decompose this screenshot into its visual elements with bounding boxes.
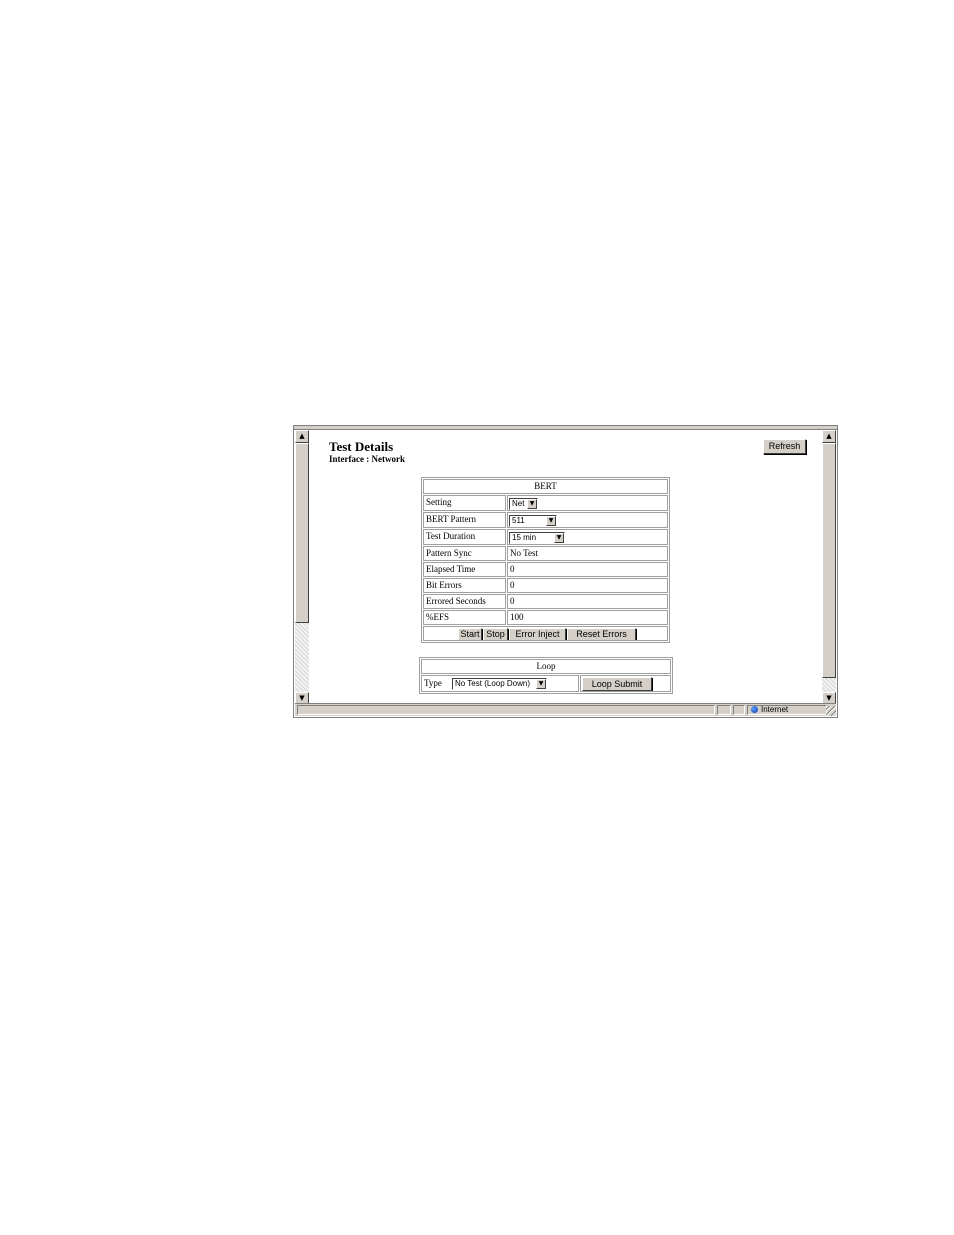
status-message-pane [297, 705, 715, 715]
left-scrollbar-thumb[interactable] [295, 443, 309, 623]
bert-table: BERT Setting Net ▼ BERT Pattern 511 ▼ Te… [421, 477, 670, 643]
setting-label: Setting [423, 495, 506, 511]
pattern-sync-value: No Test [507, 546, 668, 561]
stop-button[interactable]: Stop [483, 628, 508, 640]
page-title: Test Details [329, 439, 394, 454]
setting-cell: Net ▼ [507, 495, 668, 511]
bert-pattern-select[interactable]: 511 ▼ [509, 515, 557, 527]
status-zone-label: Internet [761, 705, 789, 714]
status-progress-pane [717, 705, 731, 715]
chevron-down-icon[interactable]: ▼ [546, 516, 556, 526]
status-zone-pane: Internet [747, 705, 827, 715]
bit-errors-label: Bit Errors [423, 578, 506, 593]
loop-submit-button[interactable]: Loop Submit [582, 677, 652, 691]
bert-pattern-cell: 511 ▼ [507, 512, 668, 528]
loop-table-header: Loop [421, 659, 671, 674]
elapsed-time-label: Elapsed Time [423, 562, 506, 577]
loop-table: Loop Type No Test (Loop Down) ▼ Loop Sub… [419, 657, 673, 694]
status-bar: Internet [295, 703, 836, 716]
loop-type-cell: No Test (Loop Down) ▼ [451, 675, 579, 692]
loop-type-select-value: No Test (Loop Down) [455, 679, 530, 688]
setting-select[interactable]: Net ▼ [509, 498, 538, 510]
loop-submit-cell: Loop Submit [580, 675, 671, 692]
chevron-down-icon[interactable]: ▼ [527, 499, 537, 509]
browser-window: ▲ ▼ Test Details Interface : Network Ref… [293, 425, 838, 718]
setting-select-value: Net [512, 499, 525, 508]
start-button[interactable]: Start [458, 628, 482, 640]
loop-type-label: Type [421, 675, 451, 692]
error-inject-button[interactable]: Error Inject [509, 628, 566, 640]
bert-buttons-row: Start Stop Error Inject Reset Errors [423, 626, 668, 641]
left-frame-scrollbar[interactable]: ▲ ▼ [295, 430, 309, 705]
test-duration-select-value: 15 min [512, 533, 537, 542]
page-content: Test Details Interface : Network Refresh… [310, 430, 821, 705]
refresh-button[interactable]: Refresh [763, 439, 806, 454]
status-lock-pane [733, 705, 745, 715]
scroll-up-arrow-icon[interactable]: ▲ [295, 430, 309, 443]
test-duration-label: Test Duration [423, 529, 506, 545]
chevron-down-icon[interactable]: ▼ [554, 533, 564, 543]
bert-table-header: BERT [423, 479, 668, 494]
right-scrollbar[interactable]: ▲ ▼ [822, 430, 836, 705]
reset-errors-button[interactable]: Reset Errors [567, 628, 636, 640]
loop-type-select[interactable]: No Test (Loop Down) ▼ [452, 678, 547, 690]
bert-pattern-label: BERT Pattern [423, 512, 506, 528]
errored-seconds-value: 0 [507, 594, 668, 609]
scroll-up-arrow-icon[interactable]: ▲ [822, 430, 836, 443]
efs-value: 100 [507, 610, 668, 625]
test-duration-cell: 15 min ▼ [507, 529, 668, 545]
test-duration-select[interactable]: 15 min ▼ [509, 532, 565, 544]
chevron-down-icon[interactable]: ▼ [536, 679, 546, 689]
resize-grip-icon[interactable] [826, 706, 836, 716]
interface-label: Interface : Network [329, 454, 405, 464]
elapsed-time-value: 0 [507, 562, 668, 577]
internet-globe-icon [751, 706, 758, 714]
errored-seconds-label: Errored Seconds [423, 594, 506, 609]
pattern-sync-label: Pattern Sync [423, 546, 506, 561]
efs-label: %EFS [423, 610, 506, 625]
bert-pattern-select-value: 511 [512, 516, 525, 525]
right-scrollbar-thumb[interactable] [822, 443, 836, 678]
bit-errors-value: 0 [507, 578, 668, 593]
